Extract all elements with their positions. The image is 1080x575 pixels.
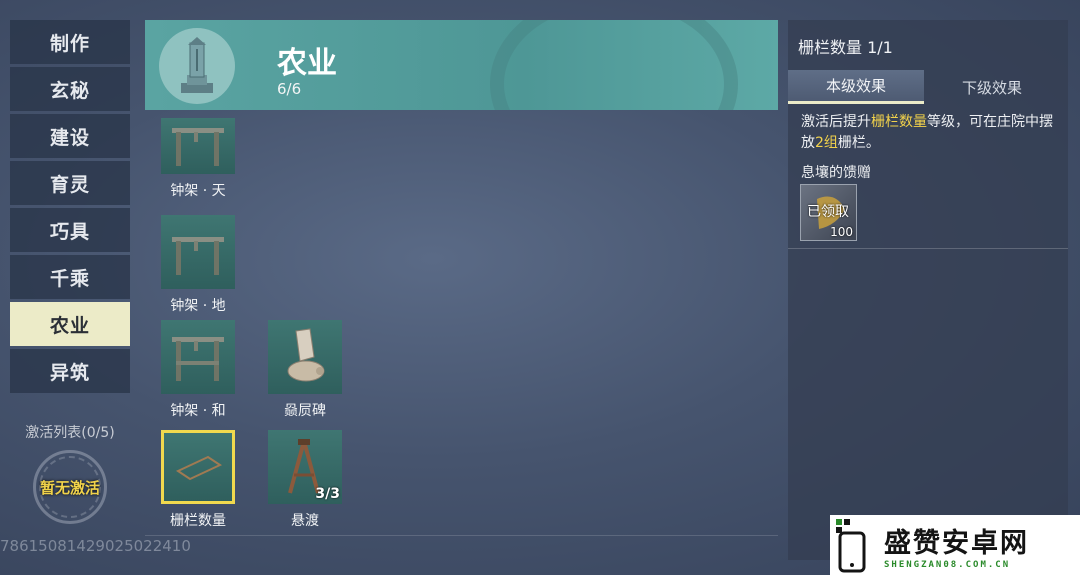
detail-tabs: 本级效果 下级效果 [788, 70, 1060, 104]
tab-current-effect[interactable]: 本级效果 [788, 70, 924, 104]
tab-label: 下级效果 [961, 78, 1022, 97]
phone-logo-icon [830, 515, 878, 575]
activation-list: 激活列表(0/5) 暂无激活 [10, 422, 130, 524]
item-bixi-stele[interactable]: 赑屃碑 [268, 320, 342, 420]
nav-item-label: 玄秘 [49, 79, 90, 102]
divider [145, 535, 778, 536]
category-nav: 制作 玄秘 建设 育灵 巧具 千乘 农业 异筑 [10, 20, 130, 396]
desc-text: 栅栏。 [837, 135, 880, 151]
fence-icon [161, 430, 235, 504]
nav-item-label: 建设 [49, 126, 90, 149]
player-uid: 78615081429025022410 [0, 537, 191, 555]
item-name: 钟架 · 地 [170, 298, 226, 314]
nav-item-label: 千乘 [49, 267, 90, 290]
nav-item-label: 巧具 [49, 220, 90, 243]
category-banner: 农业 6/6 [145, 20, 778, 110]
nav-item-spirit[interactable]: 育灵 [10, 161, 130, 205]
nav-item-vehicles[interactable]: 千乘 [10, 255, 130, 299]
desc-highlight: 2组 [815, 135, 838, 151]
activation-seal[interactable]: 暂无激活 [33, 450, 107, 524]
activation-status: 暂无激活 [39, 478, 100, 497]
activation-list-label: 激活列表(0/5) [25, 425, 115, 441]
item-name: 钟架 · 和 [170, 403, 226, 419]
nav-item-label: 制作 [49, 32, 90, 55]
nav-item-build[interactable]: 建设 [10, 114, 130, 158]
detail-panel: 栅栏数量 1/1 本级效果 下级效果 激活后提升栅栏数量等级，可在庄院中摆放2组… [788, 20, 1068, 560]
desc-text: 激活后提升 [801, 114, 871, 130]
site-watermark: 盛赞安卓网 SHENGZAN08.COM.CN [830, 515, 1080, 575]
watermark-name: 盛赞安卓网 [884, 527, 1029, 559]
item-progress-badge: 3/3 [315, 486, 340, 502]
item-suspension-ferry[interactable]: 3/3 悬渡 [268, 430, 342, 530]
item-bell-rack-harmony[interactable]: 钟架 · 和 [161, 320, 235, 420]
detail-title: 栅栏数量 1/1 [798, 38, 893, 57]
nav-item-exotic-build[interactable]: 异筑 [10, 349, 130, 393]
reward-claimed-label: 已领取 [807, 204, 849, 220]
desc-highlight: 栅栏数量 [871, 114, 927, 130]
reward-quantity: 100 [830, 225, 853, 239]
item-name: 栅栏数量 [170, 513, 226, 529]
nav-item-label: 农业 [49, 314, 90, 337]
nav-item-label: 异筑 [49, 361, 90, 384]
item-fence-count[interactable]: 栅栏数量 [161, 430, 235, 530]
tab-label: 本级效果 [825, 77, 886, 95]
item-name: 钟架 · 天 [170, 183, 226, 199]
category-progress: 6/6 [277, 80, 302, 98]
bell-rack-icon [161, 118, 235, 174]
bell-rack-icon [161, 320, 235, 394]
stele-icon [268, 320, 342, 394]
watermark-url: SHENGZAN08.COM.CN [884, 559, 1011, 570]
nav-item-agriculture[interactable]: 农业 [10, 302, 130, 346]
nav-item-tools[interactable]: 巧具 [10, 208, 130, 252]
nav-item-label: 育灵 [49, 173, 90, 196]
category-title: 农业 [277, 46, 337, 81]
item-bell-rack-heaven[interactable]: 钟架 · 天 [161, 118, 235, 200]
reward-slot[interactable]: 已领取 100 [800, 184, 857, 241]
ferry-tower-icon: 3/3 [268, 430, 342, 504]
item-name: 悬渡 [291, 513, 319, 529]
item-bell-rack-earth[interactable]: 钟架 · 地 [161, 215, 235, 315]
divider [788, 248, 1068, 249]
reward-title: 息壤的馈赠 [801, 165, 871, 181]
tab-next-effect[interactable]: 下级效果 [924, 70, 1060, 104]
stele-emblem-icon [159, 28, 235, 104]
nav-item-make[interactable]: 制作 [10, 20, 130, 64]
bell-rack-icon [161, 215, 235, 289]
nav-item-mystic[interactable]: 玄秘 [10, 67, 130, 111]
item-name: 赑屃碑 [284, 403, 326, 419]
effect-description: 激活后提升栅栏数量等级，可在庄院中摆放2组栅栏。 [801, 112, 1056, 154]
